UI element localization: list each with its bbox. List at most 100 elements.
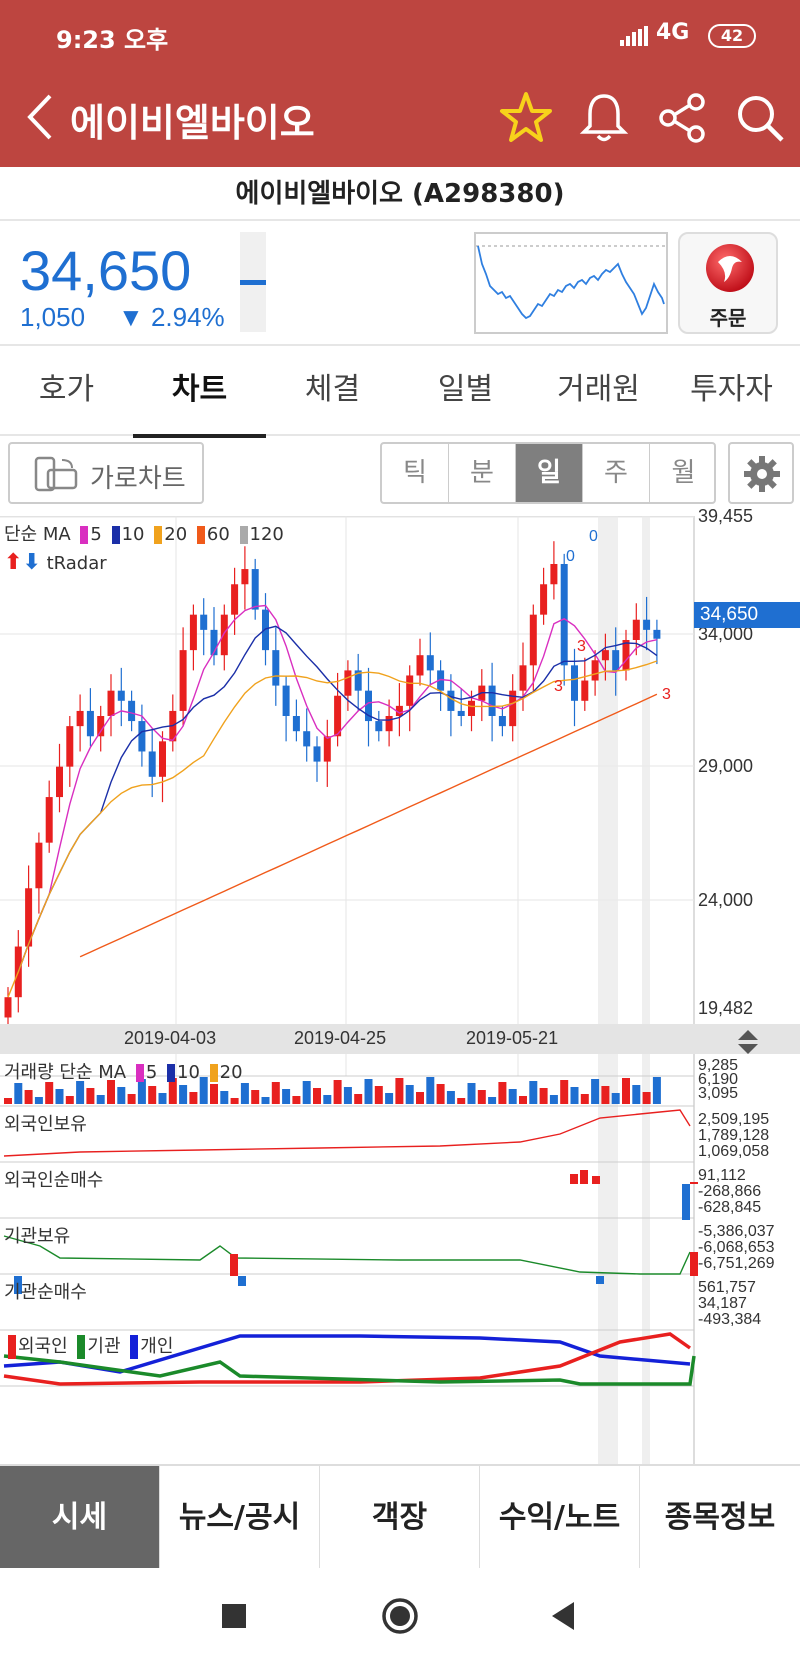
back-nav-icon[interactable] [544, 1596, 584, 1636]
investor-legend: 외국인 기관 개인 [4, 1332, 173, 1359]
volume-bar [117, 1087, 126, 1104]
ma60-label: 60 [206, 524, 230, 545]
foreign-hold-label: 외국인보유 [4, 1114, 87, 1135]
ma20-label: 20 [164, 524, 188, 545]
inst-hold-value: -6,751,269 [698, 1255, 775, 1272]
candle-body [35, 842, 43, 889]
candle-body [241, 569, 249, 585]
volume-bar [76, 1081, 85, 1104]
status-time: 9:23 오후 [56, 26, 169, 54]
candle-body [107, 690, 115, 717]
volume-bar [251, 1090, 260, 1104]
volume-bar [364, 1079, 373, 1104]
candle-body [344, 670, 352, 696]
candle-body [601, 650, 609, 661]
period-tick[interactable]: 틱 [382, 444, 449, 502]
landscape-chart-label: 가로차트 [90, 464, 186, 494]
inst-swatch [77, 1335, 86, 1359]
volume-bar [416, 1092, 424, 1104]
intraday-sparkline[interactable] [474, 232, 668, 334]
candle-body [303, 731, 311, 747]
candle-body [86, 710, 94, 737]
recent-apps-icon[interactable] [214, 1596, 254, 1636]
volume-bar [519, 1096, 527, 1104]
volume-bar [457, 1098, 466, 1104]
tab-trades[interactable]: 체결 [266, 346, 399, 436]
volume-bar [354, 1094, 363, 1104]
candle-body [138, 721, 146, 752]
period-minute[interactable]: 분 [449, 444, 516, 502]
period-day[interactable]: 일 [516, 444, 583, 502]
bell-icon[interactable] [576, 90, 632, 146]
candle-body [498, 716, 506, 727]
candle-body [262, 609, 269, 651]
chart-toolbar: 가로차트 틱 분 일 주 월 [0, 436, 800, 516]
volume-bar [240, 1083, 249, 1104]
landscape-chart-button[interactable]: 가로차트 [8, 442, 204, 504]
candle-body [488, 685, 496, 717]
candle-body [416, 655, 424, 676]
candle-body [148, 751, 156, 777]
net-buy-bar [580, 1170, 588, 1184]
volume-bar [467, 1083, 476, 1104]
vol-ma20-swatch [209, 1064, 218, 1082]
volume-bar [622, 1078, 630, 1104]
period-month[interactable]: 월 [650, 444, 714, 502]
candle-body [97, 716, 105, 737]
net-buy-bar [238, 1276, 246, 1286]
inst-hold-value: -5,386,037 [698, 1223, 775, 1240]
bottom-tab-profit-note[interactable]: 수익/노트 [480, 1466, 640, 1570]
back-icon[interactable] [22, 92, 62, 142]
tab-chart[interactable]: 차트 [133, 346, 266, 438]
tab-hoga[interactable]: 호가 [0, 346, 133, 436]
candle-body [76, 710, 84, 727]
share-icon[interactable] [654, 90, 710, 146]
candle-body [632, 619, 640, 640]
page-title: 에이비엘바이오 [70, 101, 315, 145]
volume-bar [539, 1088, 548, 1104]
bottom-tab-lounge[interactable]: 객장 [320, 1466, 480, 1570]
tab-daily[interactable]: 일별 [399, 346, 532, 436]
inst-hold-value: -6,068,653 [698, 1239, 775, 1256]
investor-inst-label: 기관 [87, 1336, 121, 1357]
volume-bar [86, 1088, 95, 1104]
candle-body [468, 700, 475, 717]
volume-bar [549, 1095, 558, 1104]
volume-value: 3,095 [698, 1085, 739, 1102]
ma10-swatch [111, 526, 120, 544]
order-button[interactable]: 주문 [678, 232, 778, 334]
chart-canvas[interactable] [0, 516, 800, 1464]
star-icon[interactable] [498, 90, 554, 146]
bottom-tab-quote[interactable]: 시세 [0, 1466, 160, 1570]
ma20-swatch [154, 526, 163, 544]
bottom-tab-stock-info[interactable]: 종목정보 [640, 1466, 800, 1570]
candle-body [189, 614, 197, 651]
radar-mark: 3 [662, 686, 671, 703]
volume-bar [446, 1091, 455, 1104]
candle-body [457, 710, 465, 717]
net-buy-bar [690, 1252, 698, 1276]
vol-ma20-label: 20 [219, 1062, 243, 1083]
tab-brokers[interactable]: 거래원 [532, 346, 665, 436]
candle-body [282, 685, 290, 717]
stock-chart[interactable]: 단순 MA 5 10 20 60 120 ⬆⬇ tRadar 0 0 3 3 3… [0, 506, 800, 1464]
volume-bar [24, 1090, 33, 1104]
search-icon[interactable] [732, 90, 788, 146]
volume-bar [220, 1091, 229, 1104]
chart-settings-button[interactable] [728, 442, 794, 504]
vol-ma5-label: 5 [145, 1062, 158, 1083]
candle-body [313, 746, 321, 762]
bottom-tabs: 시세 뉴스/공시 객장 수익/노트 종목정보 [0, 1464, 800, 1570]
y-axis-label: 29,000 [698, 756, 754, 776]
foreign-hold-value: 1,069,058 [698, 1143, 770, 1160]
home-icon[interactable] [380, 1596, 420, 1636]
battery-icon: 42 [708, 24, 756, 48]
tab-investors[interactable]: 투자자 [665, 346, 798, 436]
period-week[interactable]: 주 [583, 444, 650, 502]
volume-bar [45, 1082, 54, 1104]
vol-ma10-label: 10 [177, 1062, 200, 1083]
candle-body [622, 639, 630, 671]
bottom-tab-news[interactable]: 뉴스/공시 [160, 1466, 320, 1570]
radar-mark: 0 [589, 528, 598, 545]
x-date-label: 2019-05-21 [466, 1028, 559, 1048]
